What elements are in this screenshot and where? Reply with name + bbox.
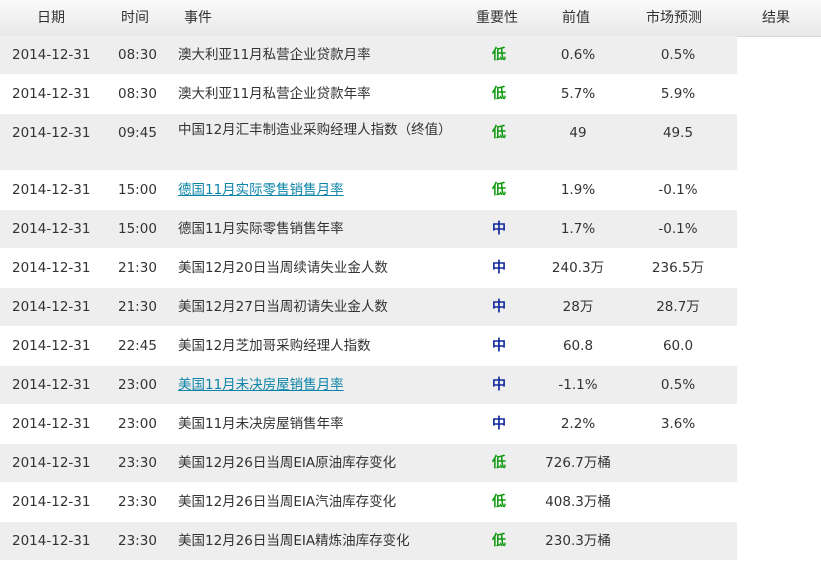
- header-time: 时间: [121, 10, 149, 26]
- row-time: 23:30: [118, 533, 157, 549]
- row-event: 澳大利亚11月私营企业贷款年率: [178, 86, 371, 102]
- table-row: 2014-12-31 21:30 美国12月27日当周初请失业金人数 中 28万…: [0, 288, 737, 327]
- row-previous: 2.2%: [560, 416, 596, 432]
- row-forecast: -0.1%: [658, 221, 698, 237]
- economic-calendar: 日期 时间 事件 重要性 前值 市场预测 结果 2014-12-31 08:30…: [0, 0, 821, 561]
- row-time: 22:45: [118, 338, 157, 354]
- row-time: 21:30: [118, 299, 157, 315]
- row-event: 德国11月实际零售销售年率: [178, 221, 344, 237]
- table-row: 2014-12-31 23:00 美国11月未决房屋销售月率 中 -1.1% 0…: [0, 366, 737, 405]
- importance-badge: 中: [492, 221, 506, 237]
- header-previous: 前值: [562, 10, 590, 26]
- row-date: 2014-12-31: [12, 338, 91, 354]
- row-previous: 28万: [562, 299, 594, 315]
- row-previous: -1.1%: [558, 377, 598, 393]
- header-importance: 重要性: [476, 10, 518, 26]
- importance-badge: 中: [492, 299, 506, 315]
- importance-badge: 中: [492, 416, 506, 432]
- table-row: 2014-12-31 23:30 美国12月26日当周EIA精炼油库存变化 低 …: [0, 522, 737, 561]
- row-previous: 0.6%: [560, 47, 596, 63]
- importance-badge: 低: [492, 182, 506, 198]
- row-date: 2014-12-31: [12, 260, 91, 276]
- row-event: 美国12月20日当周续请失业金人数: [178, 260, 388, 276]
- row-time: 23:00: [118, 377, 157, 393]
- importance-badge: 中: [492, 338, 506, 354]
- row-forecast: 60.0: [662, 338, 694, 354]
- row-forecast: 0.5%: [660, 47, 696, 63]
- row-time: 09:45: [118, 125, 157, 141]
- row-time: 23:00: [118, 416, 157, 432]
- row-event: 美国12月26日当周EIA原油库存变化: [178, 455, 397, 471]
- row-forecast: 49.5: [662, 125, 694, 141]
- event-link[interactable]: 德国11月实际零售销售月率: [178, 181, 456, 199]
- table-row: 2014-12-31 15:00 德国11月实际零售销售月率 低 1.9% -0…: [0, 171, 737, 210]
- row-forecast: 236.5万: [651, 260, 705, 276]
- row-previous: 240.3万: [551, 260, 605, 276]
- row-date: 2014-12-31: [12, 182, 91, 198]
- header-date: 日期: [37, 10, 65, 26]
- importance-badge: 低: [492, 86, 506, 102]
- row-event: 美国12月芝加哥采购经理人指数: [178, 338, 371, 354]
- row-date: 2014-12-31: [12, 494, 91, 510]
- row-time: 15:00: [118, 221, 157, 237]
- row-previous: 726.7万桶: [545, 455, 611, 471]
- table-body: 2014-12-31 08:30 澳大利亚11月私营企业贷款月率 低 0.6% …: [0, 36, 821, 561]
- row-date: 2014-12-31: [12, 86, 91, 102]
- row-forecast: 5.9%: [660, 86, 696, 102]
- row-previous: 60.8: [562, 338, 594, 354]
- table-row: 2014-12-31 23:00 美国11月未决房屋销售年率 中 2.2% 3.…: [0, 405, 737, 444]
- header-forecast: 市场预测: [646, 10, 702, 26]
- row-time: 08:30: [118, 47, 157, 63]
- row-date: 2014-12-31: [12, 455, 91, 471]
- event-link[interactable]: 美国11月未决房屋销售月率: [178, 376, 456, 394]
- table-row: 2014-12-31 08:30 澳大利亚11月私营企业贷款年率 低 5.7% …: [0, 75, 737, 114]
- row-date: 2014-12-31: [12, 533, 91, 549]
- table-row: 2014-12-31 23:30 美国12月26日当周EIA汽油库存变化 低 4…: [0, 483, 737, 522]
- row-previous: 1.7%: [560, 221, 596, 237]
- row-forecast: 0.5%: [660, 377, 696, 393]
- row-previous: 1.9%: [560, 182, 596, 198]
- row-event: 澳大利亚11月私营企业贷款月率: [178, 47, 371, 63]
- row-previous: 408.3万桶: [545, 494, 611, 510]
- importance-badge: 低: [492, 455, 506, 471]
- table-row: 2014-12-31 22:45 美国12月芝加哥采购经理人指数 中 60.8 …: [0, 327, 737, 366]
- table-row: 2014-12-31 23:30 美国12月26日当周EIA原油库存变化 低 7…: [0, 444, 737, 483]
- row-forecast: 28.7万: [656, 299, 700, 315]
- importance-badge: 低: [492, 533, 506, 549]
- table-header: 日期 时间 事件 重要性 前值 市场预测 结果: [0, 0, 821, 37]
- row-time: 08:30: [118, 86, 157, 102]
- row-time: 23:30: [118, 455, 157, 471]
- table-row: 2014-12-31 21:30 美国12月20日当周续请失业金人数 中 240…: [0, 249, 737, 288]
- row-forecast: -0.1%: [658, 182, 698, 198]
- table-row: 2014-12-31 08:30 澳大利亚11月私营企业贷款月率 低 0.6% …: [0, 36, 737, 75]
- header-event: 事件: [184, 10, 212, 26]
- importance-badge: 中: [492, 377, 506, 393]
- row-date: 2014-12-31: [12, 125, 91, 141]
- row-event: 美国12月26日当周EIA汽油库存变化: [178, 494, 397, 510]
- row-previous: 49: [569, 125, 587, 141]
- row-time: 15:00: [118, 182, 157, 198]
- row-forecast: 3.6%: [660, 416, 696, 432]
- row-event: 美国12月27日当周初请失业金人数: [178, 299, 388, 315]
- row-time: 23:30: [118, 494, 157, 510]
- importance-badge: 低: [492, 125, 506, 141]
- row-event: 美国11月未决房屋销售年率: [178, 416, 344, 432]
- table-row: 2014-12-31 15:00 德国11月实际零售销售年率 中 1.7% -0…: [0, 210, 737, 249]
- importance-badge: 低: [492, 47, 506, 63]
- importance-badge: 低: [492, 494, 506, 510]
- importance-badge: 中: [492, 260, 506, 276]
- header-result: 结果: [762, 10, 790, 26]
- row-event: 中国12月汇丰制造业采购经理人指数（终值）: [178, 122, 452, 138]
- row-date: 2014-12-31: [12, 47, 91, 63]
- row-date: 2014-12-31: [12, 377, 91, 393]
- row-time: 21:30: [118, 260, 157, 276]
- row-previous: 230.3万桶: [545, 533, 611, 549]
- table-row: 2014-12-31 09:45 中国12月汇丰制造业采购经理人指数（终值） 低…: [0, 114, 737, 171]
- row-date: 2014-12-31: [12, 416, 91, 432]
- row-event: 美国12月26日当周EIA精炼油库存变化: [178, 533, 410, 549]
- row-date: 2014-12-31: [12, 299, 91, 315]
- row-previous: 5.7%: [560, 86, 596, 102]
- row-date: 2014-12-31: [12, 221, 91, 237]
